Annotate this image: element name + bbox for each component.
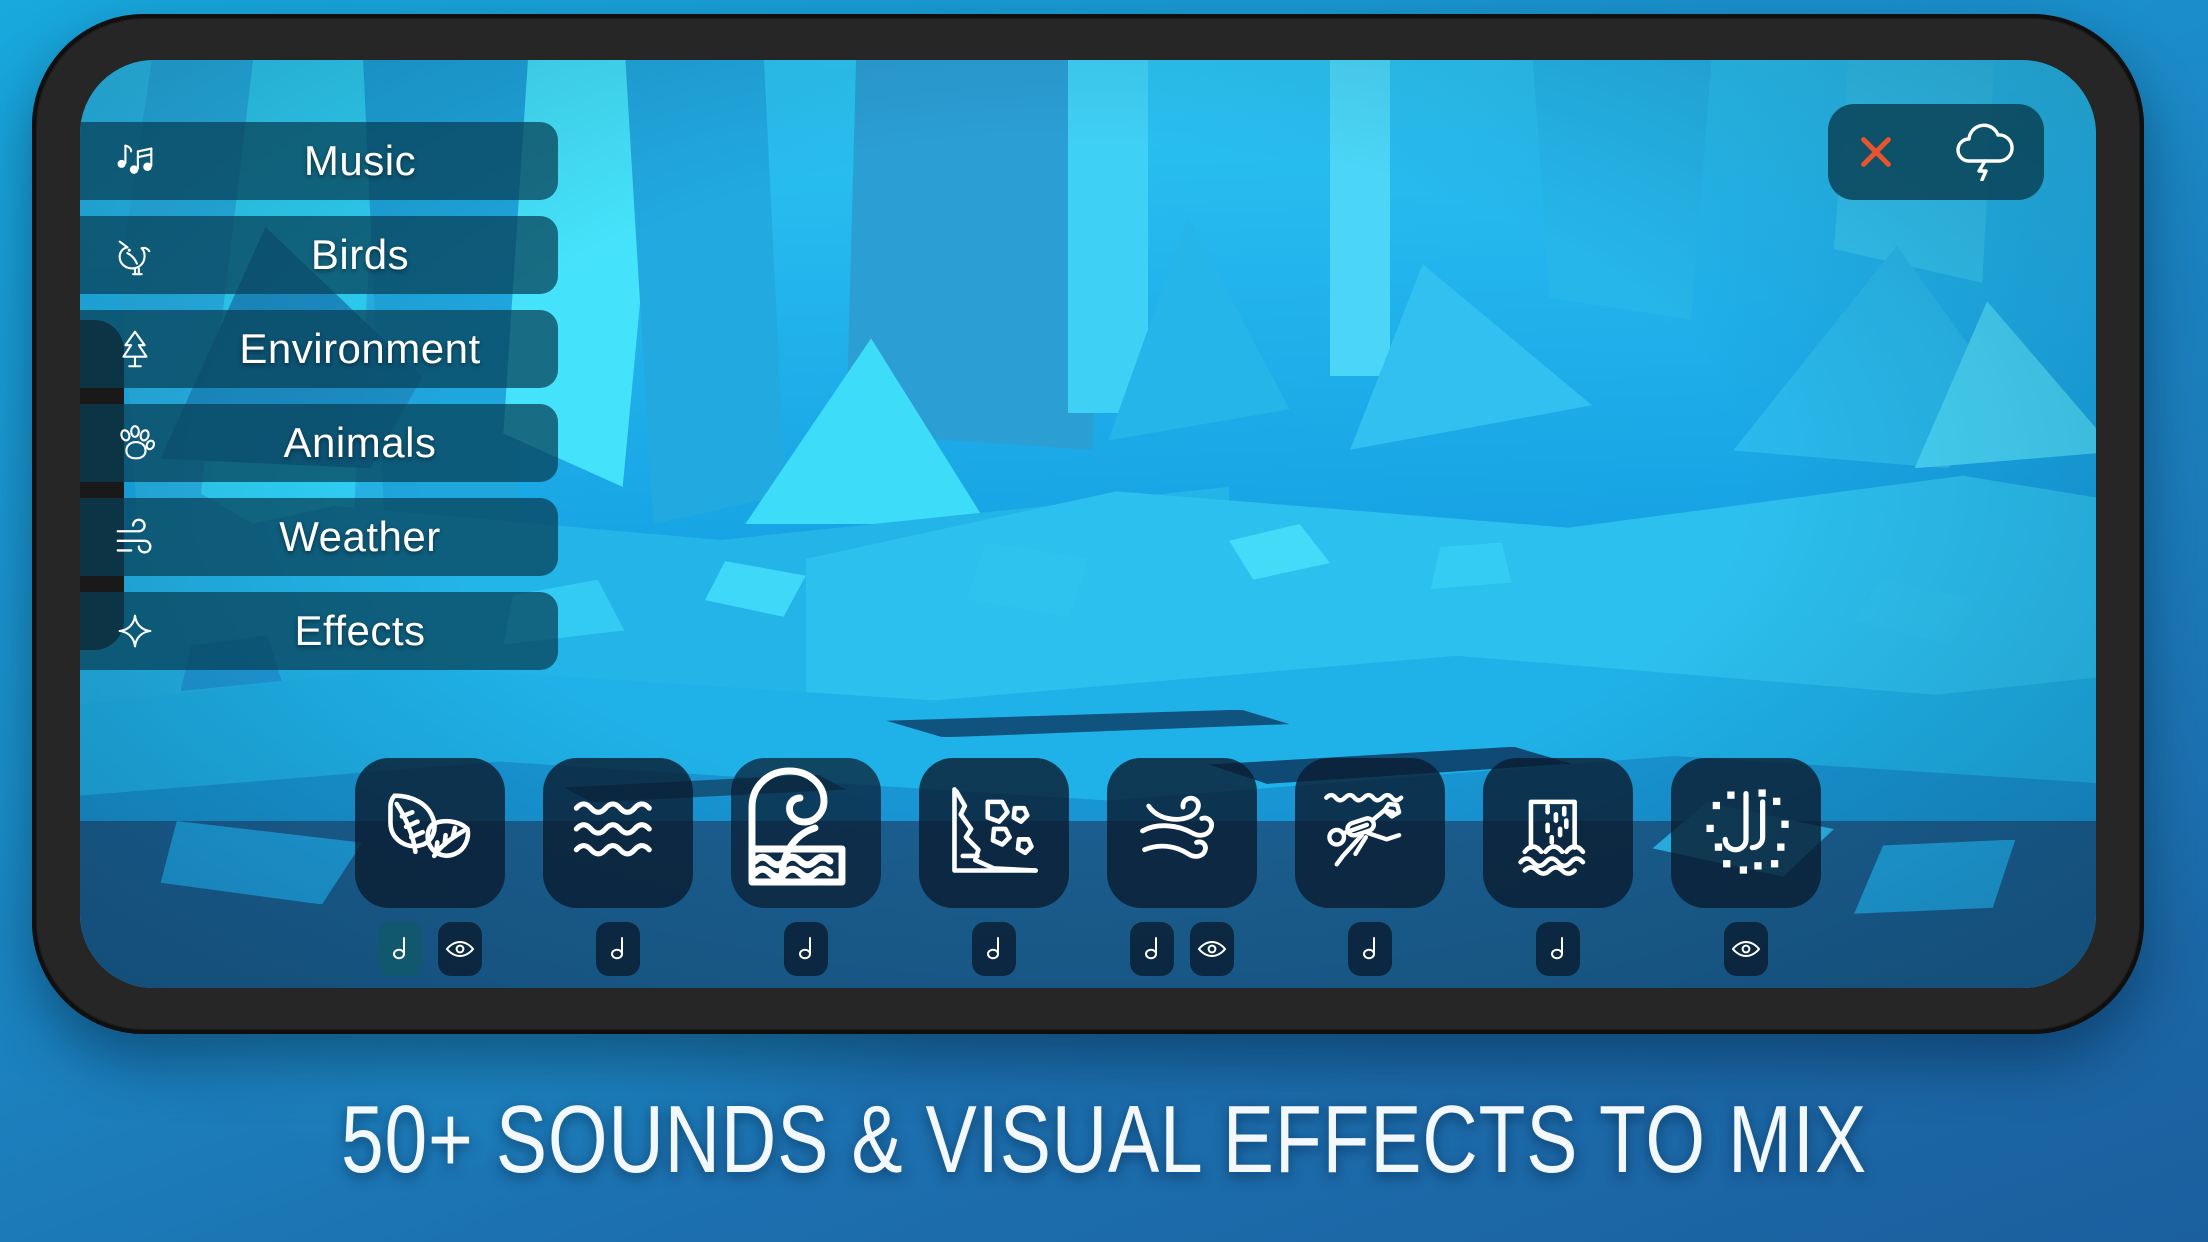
sidebar-item-label: Animals: [283, 419, 437, 466]
phone-frame: Music Birds Environment Animals Weather …: [32, 14, 2144, 1034]
visual-toggle-badge[interactable]: [438, 922, 482, 976]
sidebar-item-label: Music: [303, 137, 417, 184]
close-icon[interactable]: [1853, 129, 1899, 175]
promo-caption: 50+ SOUNDS & VISUAL EFFECTS TO MIX: [341, 1086, 1867, 1193]
landslide-icon: [942, 779, 1046, 888]
dock-slot-ripples: [538, 758, 698, 976]
dock-tile-leaves[interactable]: [355, 758, 505, 908]
dock-badges-wind: [1130, 922, 1234, 976]
dock-slot-waves: [726, 758, 886, 976]
sidebar-item-label: Birds: [310, 231, 410, 278]
dock-tile-waterfall[interactable]: [1483, 758, 1633, 908]
wind-icon: [80, 514, 190, 560]
water-ripples-icon: [566, 779, 670, 888]
sidebar-item-weather[interactable]: Weather: [80, 498, 558, 576]
dock-tile-ripples[interactable]: [543, 758, 693, 908]
sidebar-item-birds[interactable]: Birds: [80, 216, 558, 294]
dock-tile-waves[interactable]: [731, 758, 881, 908]
dock-slot-leaves: [350, 758, 510, 976]
music-notes-icon: [80, 138, 190, 184]
sidebar-item-animals[interactable]: Animals: [80, 404, 558, 482]
dock-badges-ripples: [596, 922, 640, 976]
dock-tile-wind[interactable]: [1107, 758, 1257, 908]
dock-slot-waterfall: [1478, 758, 1638, 976]
sound-dock: [80, 758, 2096, 976]
rain-drops-icon: [1694, 779, 1798, 888]
sound-toggle-badge[interactable]: [784, 922, 828, 976]
sound-toggle-badge[interactable]: [378, 922, 422, 976]
sparkle-icon: [80, 608, 190, 654]
category-sidebar: Music Birds Environment Animals Weather …: [80, 122, 558, 686]
dock-badges-waves: [784, 922, 828, 976]
tree-icon: [80, 326, 190, 372]
sidebar-item-label: Weather: [279, 513, 441, 560]
dock-badges-diver: [1348, 922, 1392, 976]
sound-toggle-badge[interactable]: [1536, 922, 1580, 976]
sidebar-item-label: Effects: [294, 607, 426, 654]
dock-slot-rainfall: [1666, 758, 1826, 976]
phone-screen: Music Birds Environment Animals Weather …: [80, 60, 2096, 988]
sidebar-item-environment[interactable]: Environment: [80, 310, 558, 388]
visual-toggle-badge[interactable]: [1190, 922, 1234, 976]
waterfall-icon: [1506, 779, 1610, 888]
dock-badges-rainfall: [1724, 922, 1768, 976]
sound-toggle-badge[interactable]: [972, 922, 1016, 976]
cloud-lightning-icon[interactable]: [1949, 119, 2019, 186]
dock-tile-rockfall[interactable]: [919, 758, 1069, 908]
weather-control-panel: [1828, 104, 2044, 200]
sidebar-item-effects[interactable]: Effects: [80, 592, 558, 670]
dock-badges-rockfall: [972, 922, 1016, 976]
dock-tile-diver[interactable]: [1295, 758, 1445, 908]
dock-slot-rockfall: [914, 758, 1074, 976]
ocean-wave-icon: [731, 756, 881, 911]
dock-tile-rainfall[interactable]: [1671, 758, 1821, 908]
paw-print-icon: [80, 420, 190, 466]
dock-badges-leaves: [378, 922, 482, 976]
wind-swirl-icon: [1130, 779, 1234, 888]
leaves-icon: [378, 779, 482, 888]
sidebar-item-label: Environment: [239, 325, 481, 372]
sidebar-item-music[interactable]: Music: [80, 122, 558, 200]
sound-toggle-badge[interactable]: [1130, 922, 1174, 976]
dock-slot-diver: [1290, 758, 1450, 976]
sound-toggle-badge[interactable]: [1348, 922, 1392, 976]
visual-toggle-badge[interactable]: [1724, 922, 1768, 976]
dock-badges-waterfall: [1536, 922, 1580, 976]
bird-icon: [80, 232, 190, 278]
scuba-diver-icon: [1318, 779, 1422, 888]
dock-slot-wind: [1102, 758, 1262, 976]
sound-toggle-badge[interactable]: [596, 922, 640, 976]
